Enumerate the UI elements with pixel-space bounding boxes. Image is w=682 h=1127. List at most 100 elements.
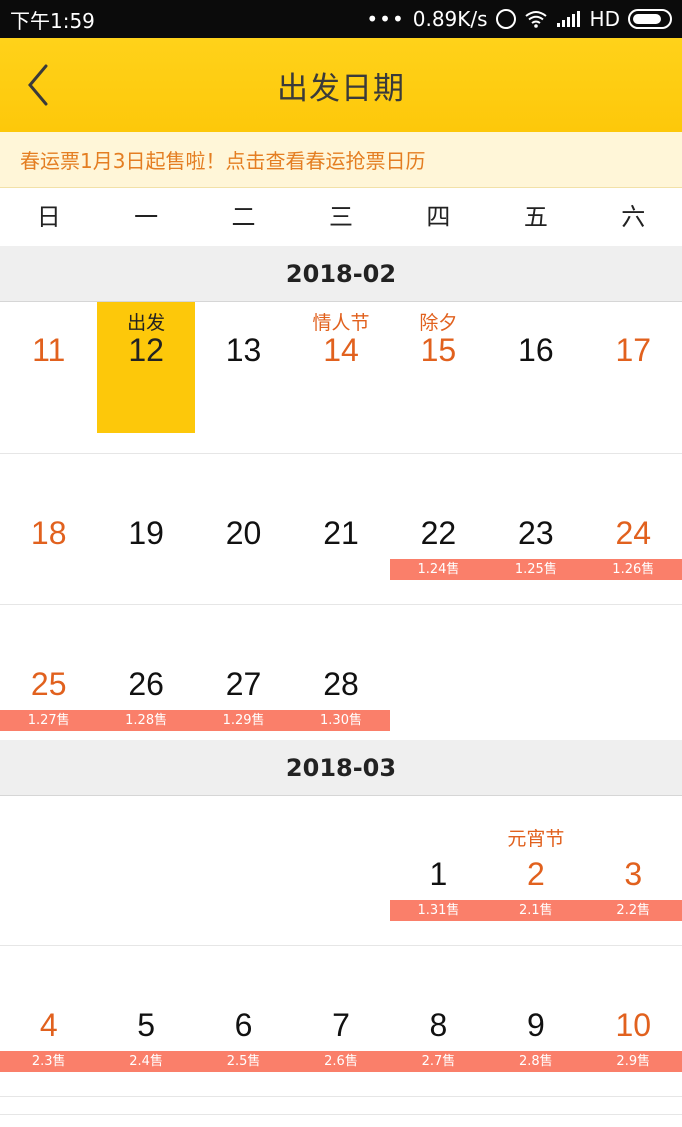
day-cell-2018-02-14[interactable]: 情人节 14: [292, 302, 389, 453]
sale-date-bar: 2.2售: [584, 900, 682, 921]
day-cell-2018-02-26[interactable]: 26: [97, 604, 194, 755]
sale-date-bar: 2.8售: [487, 1051, 585, 1072]
day-cell-2018-02-17[interactable]: 17: [585, 302, 682, 453]
day-number: 13: [225, 332, 262, 368]
day-cell-2018-02-20[interactable]: 20: [195, 453, 292, 604]
day-label: 出发: [127, 312, 166, 334]
week-row: 18 19 20 21 22 1.24售 23 1.25售 24 1.26售: [0, 453, 682, 605]
status-time: 下午1:59: [10, 8, 95, 33]
day-cell-2018-02-18[interactable]: 18: [0, 453, 97, 604]
sale-date-text: 1.25售: [514, 562, 557, 577]
weekday-sat: 六: [621, 203, 646, 231]
weekday-mon: 一: [134, 203, 159, 231]
day-number: 6: [234, 1007, 253, 1043]
day-number: 4: [39, 1007, 58, 1043]
sale-date-text: 2.2售: [616, 903, 651, 918]
day-cell-2018-02-15[interactable]: 除夕 15: [390, 302, 487, 453]
day-cell-2018-02-16[interactable]: 16: [487, 302, 584, 453]
day-cell-2018-03-8[interactable]: 8: [390, 945, 487, 1096]
day-number: 15: [420, 332, 457, 368]
day-number: 22: [420, 515, 457, 551]
day-number: 24: [615, 515, 652, 551]
day-label: 元宵节: [507, 828, 565, 850]
day-number: 16: [518, 332, 554, 368]
sale-date-text: 2.4售: [129, 1054, 163, 1069]
day-number: 7: [332, 1007, 350, 1043]
weekday-wed: 三: [328, 203, 353, 231]
weekday-row: 日 一 二 三 四 五 六: [0, 188, 682, 246]
sale-date-text: 2.8售: [519, 1054, 553, 1069]
weekday-thu: 四: [426, 203, 451, 231]
day-number: 23: [518, 515, 554, 551]
sale-date-bar: 1.29售: [194, 710, 293, 731]
day-number: 5: [137, 1007, 156, 1043]
day-cell-2018-02-13[interactable]: 13: [195, 302, 292, 453]
day-cell-2018-03-1[interactable]: 1: [390, 794, 487, 945]
sale-date-bar: 1.24售: [389, 559, 488, 580]
day-cell-2018-03-9[interactable]: 9: [487, 945, 584, 1096]
network-type: HD: [589, 7, 620, 31]
page-title: 出发日期: [277, 70, 405, 107]
sale-date-text: 1.29售: [222, 713, 265, 728]
day-number: 1: [429, 856, 448, 892]
weekday-sun: 日: [36, 203, 61, 231]
day-label: 情人节: [312, 312, 370, 334]
sale-date-text: 2.6售: [324, 1054, 358, 1069]
day-number: 17: [615, 332, 652, 368]
day-cell-2018-02-28[interactable]: 28: [292, 604, 389, 755]
day-number: 14: [323, 332, 359, 368]
day-cell-2018-03-4[interactable]: 4: [0, 945, 97, 1096]
month-header: 2018-03: [0, 740, 682, 796]
spring-festival-notice[interactable]: 春运票1月3日起售啦！点击查看春运抢票日历: [0, 132, 682, 188]
day-number: 21: [323, 515, 359, 551]
sale-date-text: 2.5售: [226, 1054, 261, 1069]
wifi-icon: [524, 11, 547, 28]
day-cell-2018-03-7[interactable]: 7: [292, 945, 389, 1096]
day-number: 27: [225, 666, 262, 702]
battery-icon: [628, 9, 672, 29]
sale-date-bar: 1.27售: [0, 710, 98, 731]
sale-date-bar: 2.3售: [0, 1051, 98, 1072]
day-cell-2018-02-25[interactable]: 25: [0, 604, 97, 755]
day-cell-2018-02-21[interactable]: 21: [292, 453, 389, 604]
day-number: 26: [128, 666, 164, 702]
status-icons: ••• 0.89K/s HD: [366, 7, 672, 31]
day-number: 25: [30, 666, 67, 702]
day-cell-2018-02-24[interactable]: 24: [585, 453, 682, 604]
sale-date-bar: 1.31售: [389, 900, 488, 921]
sale-date-bar: 1.26售: [584, 559, 682, 580]
sale-date-bar: 2.7售: [389, 1051, 488, 1072]
day-number: 28: [323, 666, 359, 702]
sale-date-text: 1.30售: [320, 713, 362, 728]
sale-date-bar: 2.6售: [292, 1051, 390, 1072]
day-cell-2018-03-5[interactable]: 5: [97, 945, 194, 1096]
sale-date-text: 2.9售: [616, 1054, 651, 1069]
day-cell-2018-03-10[interactable]: 10: [585, 945, 682, 1096]
day-cell-2018-03-2[interactable]: 元宵节 2: [487, 794, 584, 945]
day-cell-2018-03-3[interactable]: 3: [585, 794, 682, 945]
sale-date-bar: 1.28售: [97, 710, 195, 731]
day-cell-2018-02-11[interactable]: 11: [0, 302, 97, 453]
day-cell-2018-03-6[interactable]: 6: [195, 945, 292, 1096]
divider: [0, 1114, 682, 1115]
week-row: 11 出发 12 13 情人节 14 除夕 15 16 17: [0, 302, 682, 454]
signal-icon: [556, 11, 580, 27]
week-row: 25 1.27售 26 1.28售 27 1.29售 28 1.30售: [0, 604, 682, 756]
day-number: 20: [225, 515, 262, 551]
day-cell-2018-02-19[interactable]: 19: [97, 453, 194, 604]
day-cell-2018-02-27[interactable]: 27: [195, 604, 292, 755]
sale-date-text: 2.1售: [519, 903, 553, 918]
day-cell-2018-02-12[interactable]: 出发 12: [97, 302, 195, 433]
day-number: 9: [526, 1007, 545, 1043]
sale-date-text: 1.27售: [27, 713, 70, 728]
sale-date-text: 2.3售: [31, 1054, 66, 1069]
sale-date-bar: 2.5售: [194, 1051, 293, 1072]
alarm-icon: [495, 9, 516, 29]
day-cell-2018-02-22[interactable]: 22: [390, 453, 487, 604]
back-arrow-icon[interactable]: [22, 62, 62, 108]
month-header: 2018-02: [0, 246, 682, 302]
week-row: 4 2.3售 5 2.4售 6 2.5售 7 2.6售 8 2.7售 9 2.8售 10 2.9售: [0, 945, 682, 1097]
day-cell-2018-02-23[interactable]: 23: [487, 453, 584, 604]
day-number: 2: [526, 856, 545, 892]
weekday-tue: 二: [231, 203, 256, 231]
